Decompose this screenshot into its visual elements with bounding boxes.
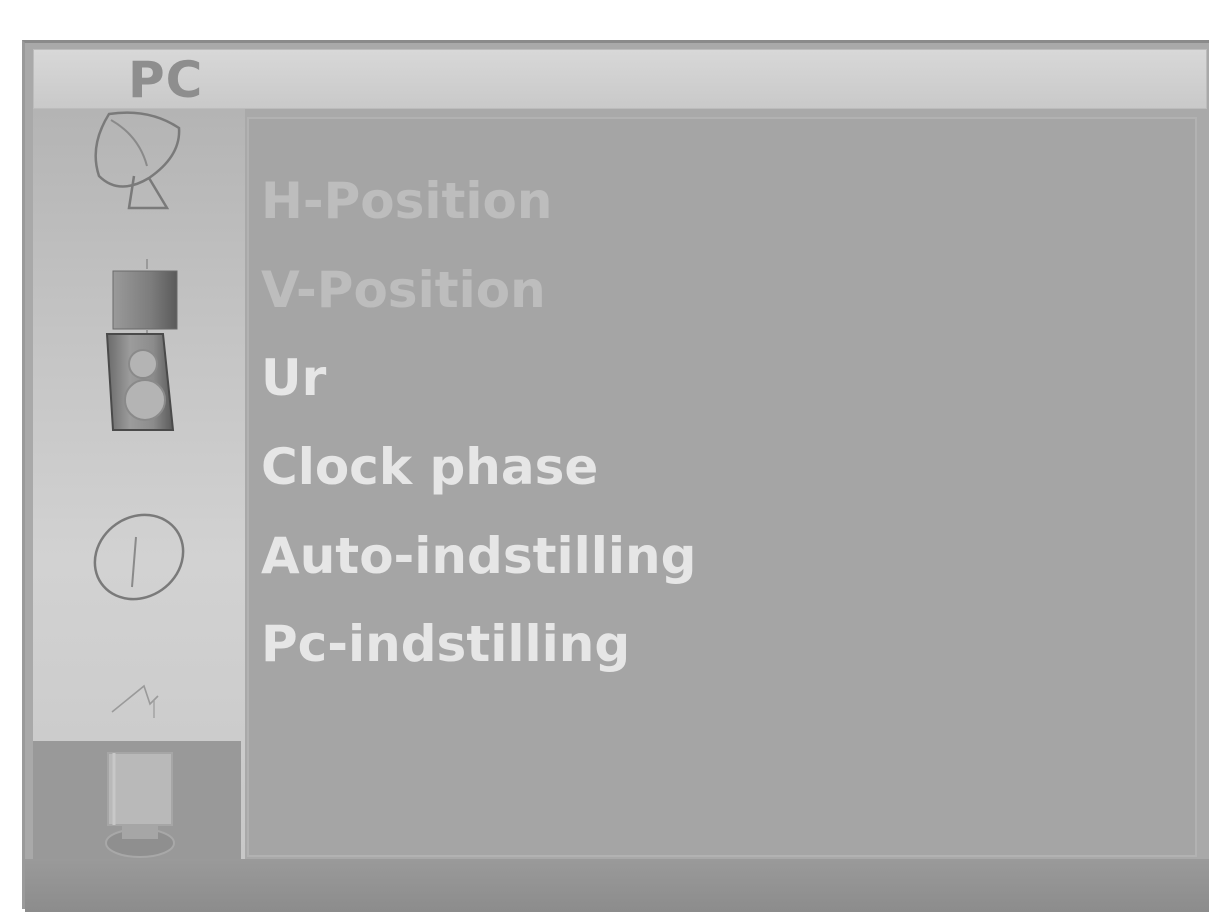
clock-icon — [93, 513, 185, 601]
pc-monitor-icon — [105, 751, 175, 858]
menu-item-clock-phase[interactable]: Clock phase — [261, 437, 598, 497]
bottom-status-bar — [25, 859, 1209, 912]
menu-item-ur[interactable]: Ur — [261, 348, 326, 408]
sidebar-item-channel[interactable] — [33, 111, 245, 210]
satellite-dish-icon — [94, 111, 181, 210]
sidebar-item-time[interactable] — [33, 509, 245, 605]
option-icon — [111, 684, 159, 718]
menu-title: PC — [128, 51, 204, 109]
sidebar — [33, 109, 245, 863]
title-bar: PC — [33, 49, 1207, 109]
menu-item-pc-indstilling[interactable]: Pc-indstilling — [261, 614, 630, 674]
picture-cube-icon — [112, 259, 178, 335]
sidebar-item-audio[interactable] — [33, 333, 245, 433]
menu-item-auto-indstilling[interactable]: Auto-indstilling — [261, 526, 696, 586]
osd-menu-window: PC H-Position V-Position Ur Clock phase … — [22, 40, 1209, 912]
sidebar-item-pc[interactable] — [33, 741, 241, 863]
menu-content-panel: H-Position V-Position Ur Clock phase Aut… — [247, 117, 1197, 857]
sidebar-item-option[interactable] — [33, 649, 245, 745]
menu-item-v-position[interactable]: V-Position — [261, 260, 546, 320]
audio-speaker-icon — [105, 333, 175, 431]
menu-item-h-position[interactable]: H-Position — [261, 171, 552, 231]
